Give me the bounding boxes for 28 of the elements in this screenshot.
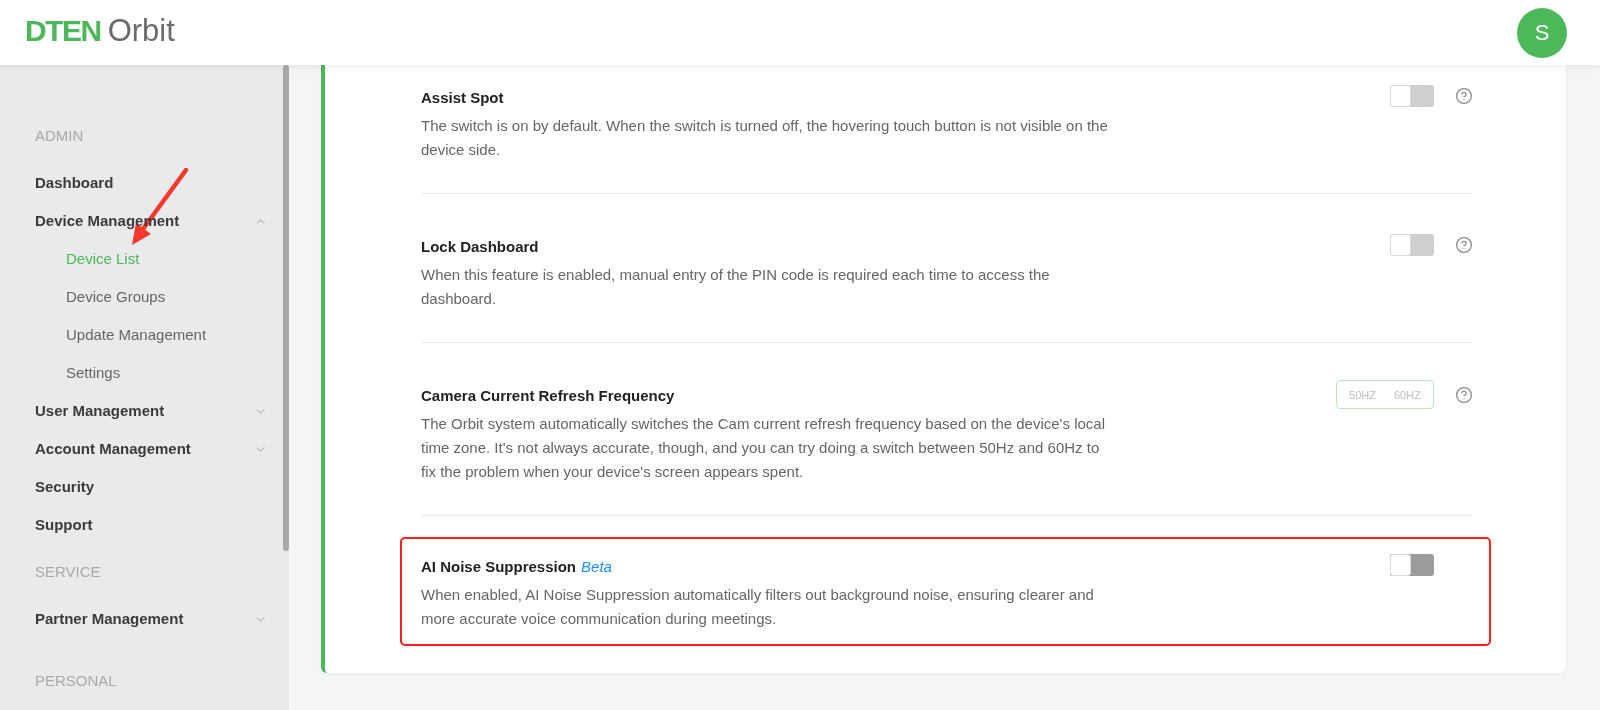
section-label: SERVICE: [34, 561, 102, 582]
logo-product: Orbit: [107, 12, 175, 49]
nav-item[interactable]: Dashboard: [0, 164, 283, 202]
nav-item[interactable]: User Management: [0, 392, 283, 430]
help-icon[interactable]: [1456, 386, 1472, 403]
nav-item[interactable]: Support: [0, 506, 283, 544]
scrollbar-thumb[interactable]: [283, 65, 289, 551]
nav-subitem[interactable]: Settings: [66, 354, 121, 392]
setting-description: When this feature is enabled, manual entry of the PIN code is required each time to access the dashboard.: [421, 265, 1051, 309]
setting-description: When enabled, AI Noise Suppression automatically filters out background noise, ensuring clearer and more accurate voice communication during meetings.: [421, 585, 1095, 629]
beta-tag: Beta: [581, 557, 612, 577]
setting-description: The Orbit system automatically switches the Cam current refresh frequency based on the device's local time zone. It's not always accurate, though, and you can try doing a switch between 50Hz and 60Hz to fix the problem when your device's screen appears spent.: [421, 414, 1106, 482]
setting-description: The switch is on by default. When the switch is turned off, the hovering touch button is not visible on the device side.: [421, 116, 1109, 160]
setting-title: Lock Dashboard: [421, 237, 539, 257]
setting-title: Assist Spot: [421, 88, 504, 108]
setting-title: AI Noise Suppression: [421, 557, 577, 577]
section-label: PERSONAL: [34, 670, 118, 691]
help-icon[interactable]: [1456, 237, 1472, 253]
help-icon[interactable]: [1456, 88, 1472, 104]
setting-title: Camera Current Refresh Frequency: [421, 386, 675, 406]
section-label: ADMIN: [34, 125, 85, 146]
toggle-switch[interactable]: [1390, 554, 1434, 576]
logo-brand: DTEN: [25, 12, 101, 49]
nav-item[interactable]: Account Management: [0, 430, 283, 468]
nav-subitem[interactable]: Update Management: [66, 316, 207, 354]
nav-subitem[interactable]: Device Groups: [66, 278, 166, 316]
nav-item[interactable]: Partner Management: [0, 600, 283, 638]
nav-item[interactable]: Security: [0, 468, 283, 506]
